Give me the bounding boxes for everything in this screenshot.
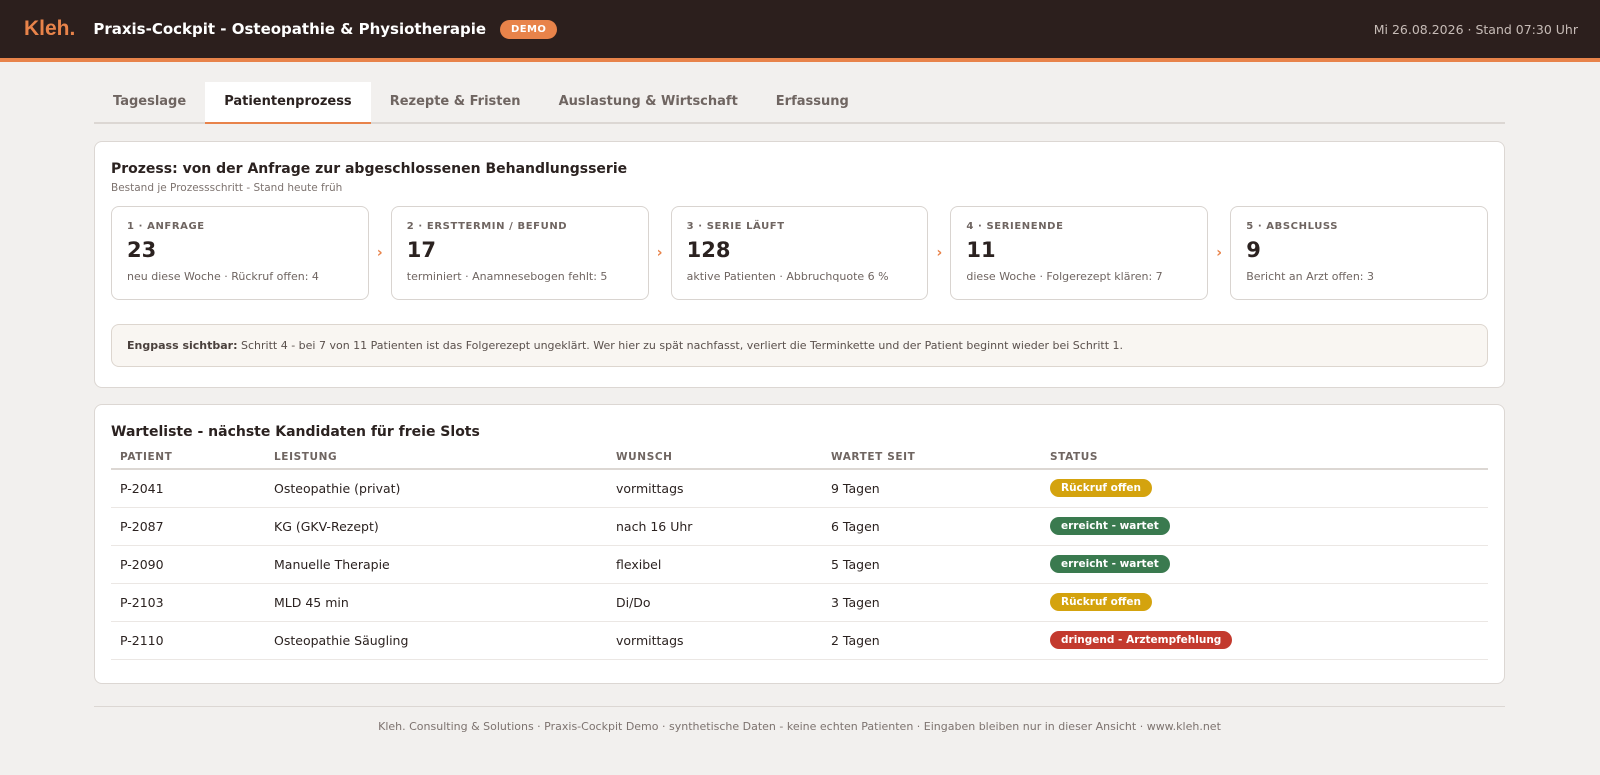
- bottleneck-label: Engpass sichtbar:: [127, 339, 238, 352]
- tab-tageslage[interactable]: Tageslage: [94, 82, 205, 122]
- cell-waiting: 9 Tagen: [822, 469, 1041, 508]
- step-label: 3 · SERIE LÄUFT: [686, 221, 785, 232]
- chevron-right-icon: ›: [1216, 245, 1223, 261]
- step-value: 128: [686, 238, 731, 262]
- cell-status: Rückruf offen: [1041, 469, 1488, 508]
- main-content: Tageslage Patientenprozess Rezepte & Fri…: [94, 82, 1505, 733]
- cell-wish: vormittags: [607, 469, 822, 508]
- header-date-status: Mi 26.08.2026 · Stand 07:30 Uhr: [1373, 22, 1578, 37]
- step-label: 5 · ABSCHLUSS: [1246, 221, 1339, 232]
- chevron-right-icon: ›: [936, 245, 943, 261]
- column-header-patient: PATIENT: [111, 446, 265, 470]
- table-row[interactable]: P-2090 Manuelle Therapie flexibel 5 Tage…: [111, 545, 1488, 584]
- cell-status: dringend - Arztempfehlung: [1041, 621, 1488, 660]
- waitlist-table: PATIENT LEISTUNG WUNSCH WARTET SEIT STAT…: [111, 446, 1488, 660]
- process-subtitle: Bestand je Prozessschritt - Stand heute …: [111, 182, 343, 194]
- step-value: 9: [1246, 238, 1261, 262]
- cell-service: KG (GKV-Rezept): [265, 507, 607, 546]
- process-step-anfrage: 1 · ANFRAGE 23 neu diese Woche · Rückruf…: [111, 206, 369, 300]
- app-title: Praxis-Cockpit - Osteopathie & Physiothe…: [93, 20, 487, 38]
- cell-patient: P-2090: [111, 545, 265, 584]
- table-row[interactable]: P-2110 Osteopathie Säugling vormittags 2…: [111, 621, 1488, 660]
- step-note: neu diese Woche · Rückruf offen: 4: [127, 270, 319, 283]
- cell-wish: vormittags: [607, 621, 822, 660]
- waitlist-title: Warteliste - nächste Kandidaten für frei…: [111, 424, 480, 440]
- cell-service: Manuelle Therapie: [265, 545, 607, 584]
- cell-service: Osteopathie Säugling: [265, 621, 607, 660]
- tab-patientenprozess[interactable]: Patientenprozess: [205, 82, 371, 124]
- cell-waiting: 5 Tagen: [822, 545, 1041, 584]
- waitlist-card: Warteliste - nächste Kandidaten für frei…: [94, 404, 1505, 684]
- cell-status: erreicht - wartet: [1041, 545, 1488, 584]
- step-value: 11: [966, 238, 996, 262]
- table-row[interactable]: P-2041 Osteopathie (privat) vormittags 9…: [111, 469, 1488, 508]
- tab-erfassung[interactable]: Erfassung: [757, 82, 868, 122]
- tab-rezepte-fristen[interactable]: Rezepte & Fristen: [371, 82, 540, 122]
- table-row[interactable]: P-2103 MLD 45 min Di/Do 3 Tagen Rückruf …: [111, 583, 1488, 622]
- step-note: diese Woche · Folgerezept klären: 7: [966, 270, 1163, 283]
- cell-waiting: 3 Tagen: [822, 583, 1041, 622]
- status-badge: Rückruf offen: [1050, 479, 1152, 498]
- process-card: Prozess: von der Anfrage zur abgeschloss…: [94, 141, 1505, 388]
- step-label: 2 · ERSTTERMIN / BEFUND: [406, 221, 568, 232]
- status-badge: erreicht - wartet: [1050, 555, 1170, 573]
- cell-wish: flexibel: [607, 545, 822, 584]
- process-step-serie: 3 · SERIE LÄUFT 128 aktive Patienten · A…: [670, 206, 929, 300]
- column-header-leistung: LEISTUNG: [265, 446, 607, 470]
- process-title: Prozess: von der Anfrage zur abgeschloss…: [111, 161, 628, 177]
- top-header: Kleh. Praxis-Cockpit - Osteopathie & Phy…: [0, 0, 1600, 62]
- footer-divider: [94, 706, 1505, 707]
- step-value: 23: [127, 238, 157, 262]
- brand-logo[interactable]: Kleh.: [24, 17, 75, 41]
- step-value: 17: [406, 238, 437, 262]
- step-note: aktive Patienten · Abbruchquote 6 %: [686, 270, 889, 283]
- column-header-status: STATUS: [1041, 446, 1488, 470]
- status-badge: dringend - Arztempfehlung: [1050, 631, 1233, 649]
- step-note: terminiert · Anamnesebogen fehlt: 5: [406, 270, 608, 283]
- step-note: Bericht an Arzt offen: 3: [1246, 270, 1374, 283]
- page-footer: Kleh. Consulting & Solutions · Praxis-Co…: [378, 720, 1221, 733]
- process-step-ersttermin: 2 · ERSTTERMIN / BEFUND 17 terminiert · …: [390, 206, 649, 300]
- table-header-row: PATIENT LEISTUNG WUNSCH WARTET SEIT STAT…: [111, 446, 1488, 470]
- cell-service: Osteopathie (privat): [265, 469, 607, 508]
- cell-patient: P-2041: [111, 469, 265, 508]
- cell-patient: P-2087: [111, 507, 265, 546]
- column-header-wunsch: WUNSCH: [607, 446, 822, 470]
- cell-service: MLD 45 min: [265, 583, 607, 622]
- cell-waiting: 2 Tagen: [822, 621, 1041, 660]
- chevron-right-icon: ›: [656, 245, 663, 261]
- cell-status: Rückruf offen: [1041, 583, 1488, 622]
- step-label: 1 · ANFRAGE: [127, 221, 205, 232]
- cell-wish: Di/Do: [607, 583, 822, 622]
- cell-waiting: 6 Tagen: [822, 507, 1041, 546]
- status-badge: erreicht - wartet: [1050, 517, 1170, 535]
- cell-status: erreicht - wartet: [1041, 507, 1488, 546]
- step-label: 4 · SERIENENDE: [966, 221, 1064, 232]
- tab-bar: Tageslage Patientenprozess Rezepte & Fri…: [94, 82, 1505, 124]
- table-row[interactable]: P-2087 KG (GKV-Rezept) nach 16 Uhr 6 Tag…: [111, 507, 1488, 546]
- tab-auslastung-wirtschaft[interactable]: Auslastung & Wirtschaft: [540, 82, 757, 122]
- bottleneck-notice: Engpass sichtbar: Schritt 4 - bei 7 von …: [111, 324, 1488, 367]
- column-header-wartet-seit: WARTET SEIT: [822, 446, 1041, 470]
- process-step-serienende: 4 · SERIENENDE 11 diese Woche · Folgerez…: [950, 206, 1209, 300]
- process-step-abschluss: 5 · ABSCHLUSS 9 Bericht an Arzt offen: 3: [1230, 206, 1488, 300]
- status-badge: Rückruf offen: [1050, 593, 1152, 611]
- cell-patient: P-2110: [111, 621, 265, 660]
- bottleneck-text: Schritt 4 - bei 7 von 11 Patienten ist d…: [237, 339, 1123, 352]
- demo-badge: DEMO: [500, 19, 558, 39]
- cell-patient: P-2103: [111, 583, 265, 622]
- chevron-right-icon: ›: [376, 245, 383, 261]
- cell-wish: nach 16 Uhr: [607, 507, 822, 546]
- process-steps: 1 · ANFRAGE 23 neu diese Woche · Rückruf…: [111, 206, 1488, 300]
